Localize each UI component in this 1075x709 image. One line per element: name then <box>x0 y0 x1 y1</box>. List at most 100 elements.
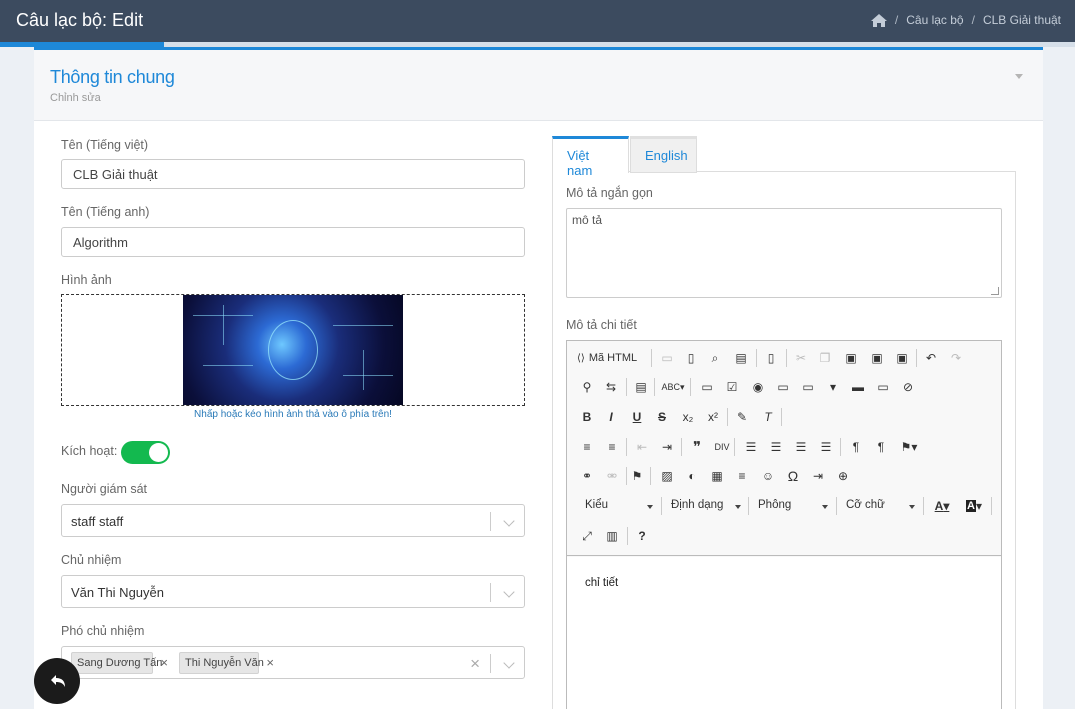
back-button[interactable] <box>34 658 80 704</box>
redo-icon[interactable]: ↷ <box>945 347 967 369</box>
remove-tag-icon[interactable]: × <box>160 655 168 670</box>
horizontal-rule-icon[interactable]: ≡ <box>731 465 753 487</box>
spellcheck-icon[interactable]: ABC▾ <box>658 376 688 398</box>
justify-icon[interactable]: ☰ <box>815 436 837 458</box>
clear-all-icon[interactable]: × <box>470 654 480 674</box>
maximize-icon[interactable]: ⤢ <box>576 525 598 547</box>
text-color-icon[interactable]: A ▾ <box>929 495 955 517</box>
vice-tag: Sang Dương Tấn × <box>71 652 168 674</box>
style-combo-label: Kiểu <box>585 499 609 511</box>
toolbar-separator <box>781 408 782 426</box>
chevron-down-icon[interactable] <box>503 515 515 527</box>
find-icon[interactable]: ⚲ <box>576 376 598 398</box>
outdent-icon[interactable]: ⇤ <box>631 436 653 458</box>
remove-format-icon[interactable]: T <box>757 406 779 428</box>
supervisor-select[interactable]: staff staff <box>61 504 525 537</box>
format-combo[interactable]: Định dạng <box>671 495 741 517</box>
textfield-icon[interactable]: ▭ <box>772 376 794 398</box>
anchor-icon[interactable]: ⚑ <box>626 465 648 487</box>
image-button-icon[interactable]: ▭ <box>872 376 894 398</box>
template-icon[interactable]: ▯ <box>760 347 782 369</box>
link-icon[interactable]: ⚭ <box>576 465 598 487</box>
vice-multiselect[interactable]: Sang Dương Tấn × Thi Nguyễn Văn × × <box>61 646 525 679</box>
short-desc-textarea[interactable]: mô tả <box>566 208 1002 298</box>
size-combo[interactable]: Cỡ chữ <box>846 495 915 517</box>
align-left-icon[interactable]: ☰ <box>740 436 762 458</box>
strike-icon[interactable]: S <box>651 406 673 428</box>
paste-text-icon[interactable]: ▣ <box>866 347 888 369</box>
special-char-icon[interactable]: Ω <box>782 465 804 487</box>
tab-english[interactable]: English <box>630 136 697 173</box>
name-en-input[interactable]: Algorithm <box>61 227 525 257</box>
remove-tag-icon[interactable]: × <box>266 655 274 670</box>
font-combo[interactable]: Phông <box>758 495 828 517</box>
home-icon[interactable] <box>870 13 887 27</box>
table-icon[interactable]: ▦ <box>706 465 728 487</box>
rich-text-editor: ⟨⟩ Mã HTML ▭ ▯ ⌕ ▤ ▯ ✂ ❐ ▣ ▣ ▣ ↶ ↷ ⚲ ⇆ ▤ … <box>566 340 1002 709</box>
blockquote-icon[interactable]: ❞ <box>686 436 708 458</box>
bulleted-list-icon[interactable]: ≡ <box>601 436 623 458</box>
align-right-icon[interactable]: ☰ <box>790 436 812 458</box>
ltr-icon[interactable]: ¶ <box>845 436 867 458</box>
bold-icon[interactable]: B <box>576 406 598 428</box>
source-button[interactable]: ⟨⟩ Mã HTML <box>577 347 647 369</box>
help-icon[interactable]: ? <box>631 525 653 547</box>
image-icon[interactable]: ▨ <box>656 465 678 487</box>
bg-color-icon[interactable]: A ▾ <box>961 495 987 517</box>
toolbar-separator <box>654 378 655 396</box>
new-page-icon[interactable]: ▯ <box>680 347 702 369</box>
textarea-icon[interactable]: ▭ <box>797 376 819 398</box>
tab-vietnamese[interactable]: Việt nam <box>552 136 629 178</box>
rtl-icon[interactable]: ¶ <box>870 436 892 458</box>
italic-icon[interactable]: I <box>600 406 622 428</box>
smiley-icon[interactable]: ☺ <box>757 465 779 487</box>
chevron-down-icon[interactable] <box>503 586 515 598</box>
copy-format-icon[interactable]: ✎ <box>731 406 753 428</box>
print-icon[interactable]: ▤ <box>730 347 752 369</box>
language-icon[interactable]: ⚑▾ <box>895 436 923 458</box>
button-field-icon[interactable]: ▬ <box>847 376 869 398</box>
superscript-icon[interactable]: x² <box>702 406 724 428</box>
toolbar-separator <box>661 497 662 515</box>
text-color-glyph: A <box>934 499 944 513</box>
flash-icon[interactable]: ◐ <box>681 465 703 487</box>
iframe-icon[interactable]: ⊕ <box>832 465 854 487</box>
editor-content[interactable]: chỉ tiết <box>567 557 1001 709</box>
chevron-down-icon <box>822 505 828 509</box>
align-center-icon[interactable]: ☰ <box>765 436 787 458</box>
subscript-icon[interactable]: x₂ <box>677 406 699 428</box>
image-dropzone[interactable] <box>61 294 525 406</box>
form-icon[interactable]: ▭ <box>696 376 718 398</box>
collapse-caret-icon[interactable] <box>1015 74 1023 79</box>
paste-icon[interactable]: ▣ <box>840 347 862 369</box>
active-toggle[interactable] <box>121 441 170 464</box>
div-container-icon[interactable]: DIV <box>711 436 733 458</box>
select-divider <box>490 583 491 602</box>
select-all-icon[interactable]: ▤ <box>630 376 652 398</box>
select-field-icon[interactable]: ▾ <box>822 376 844 398</box>
name-vi-input[interactable]: CLB Giải thuật <box>61 159 525 189</box>
breadcrumb-item-clubs[interactable]: Câu lạc bộ <box>906 13 963 27</box>
page-break-icon[interactable]: ⇥ <box>807 465 829 487</box>
chairman-select[interactable]: Văn Thi Nguyễn <box>61 575 525 608</box>
unlink-icon[interactable]: ⚮ <box>601 465 623 487</box>
card-title: Thông tin chung <box>50 67 175 87</box>
cut-icon[interactable]: ✂ <box>790 347 812 369</box>
chevron-down-icon[interactable] <box>503 657 515 669</box>
undo-icon[interactable]: ↶ <box>920 347 942 369</box>
supervisor-value: staff staff <box>71 514 124 529</box>
replace-icon[interactable]: ⇆ <box>600 376 622 398</box>
preview-icon[interactable]: ⌕ <box>704 347 726 369</box>
hidden-field-icon[interactable]: ⊘ <box>897 376 919 398</box>
indent-icon[interactable]: ⇥ <box>656 436 678 458</box>
numbered-list-icon[interactable]: ≡ <box>576 436 598 458</box>
style-combo[interactable]: Kiểu <box>585 495 653 517</box>
checkbox-icon[interactable]: ☑ <box>721 376 743 398</box>
underline-icon[interactable]: U <box>626 406 648 428</box>
paste-word-icon[interactable]: ▣ <box>891 347 913 369</box>
copy-icon[interactable]: ❐ <box>814 347 836 369</box>
save-icon[interactable]: ▭ <box>656 347 678 369</box>
radio-icon[interactable]: ◉ <box>747 376 769 398</box>
toolbar-separator <box>626 378 627 396</box>
show-blocks-icon[interactable]: ▥ <box>601 525 623 547</box>
